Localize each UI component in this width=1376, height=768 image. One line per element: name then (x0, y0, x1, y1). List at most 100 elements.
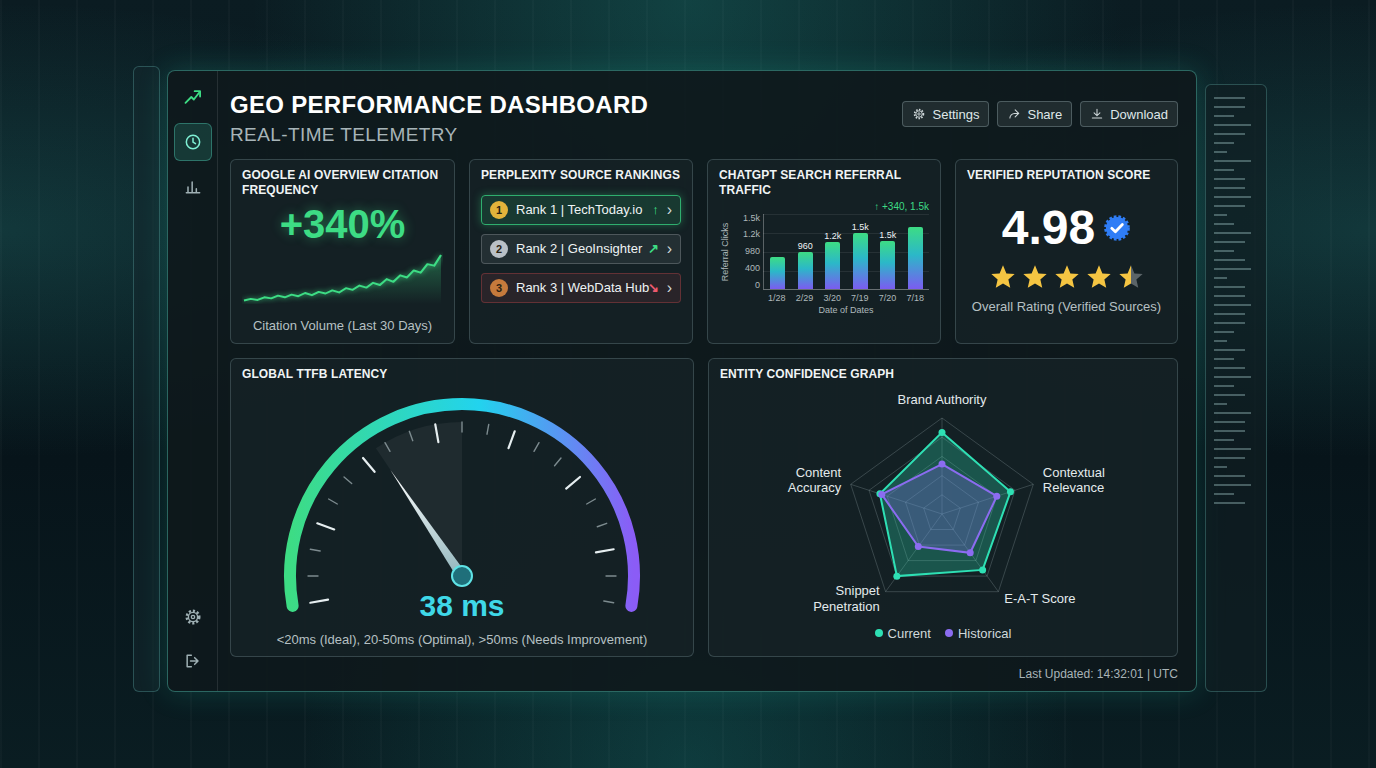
radar-axis-label: Brand Authority (898, 392, 987, 408)
reputation-card: VERIFIED REPUTATION SCORE4.98Overall Rat… (955, 159, 1178, 344)
analytics-icon (183, 177, 203, 197)
code-line (1214, 214, 1227, 216)
code-line (1214, 151, 1227, 153)
dashboard-subtitle: REAL-TIME TELEMETRY (230, 124, 648, 147)
radar-point[interactable] (979, 566, 986, 573)
bar[interactable] (798, 252, 813, 289)
gauge-tick (317, 523, 334, 529)
traffic-card: CHATGPT SEARCH REFERRAL TRAFFIC↑ +340, 1… (707, 159, 941, 344)
bar[interactable] (908, 227, 923, 289)
card-title: GOOGLE AI OVERVIEW CITATION FREQUENCY (242, 168, 443, 198)
legend-item: Historical (945, 626, 1011, 641)
radar-point[interactable] (1007, 488, 1014, 495)
rank-row[interactable]: 1Rank 1 | TechToday.io↑› (481, 195, 681, 225)
card-title: PERPLEXITY SOURCE RANKINGS (481, 168, 681, 183)
trend-icon: ↗ (648, 241, 659, 256)
code-line (1214, 178, 1245, 180)
star-icon (1085, 263, 1113, 291)
code-line (1214, 412, 1251, 414)
radar-point[interactable] (967, 549, 974, 556)
status-bar: Last Updated: 14:32:01 | UTC (230, 667, 1178, 681)
star-rating (989, 263, 1145, 291)
download-button[interactable]: Download (1080, 101, 1178, 127)
gauge-hub (452, 566, 472, 586)
logo-icon (183, 87, 203, 107)
sidebar-item[interactable] (175, 643, 211, 679)
gauge-tick (435, 424, 438, 442)
radar-point[interactable] (939, 460, 946, 467)
gauge-tick (363, 458, 375, 472)
code-line (1214, 313, 1245, 315)
radar-point[interactable] (993, 492, 1000, 499)
star-icon (1053, 263, 1081, 291)
code-line (1214, 115, 1234, 117)
code-line (1214, 385, 1234, 387)
star-icon (1021, 263, 1049, 291)
bar-chart: Referral Clicks1.5k1.2k98040009601.2k1.5… (719, 214, 929, 315)
code-line (1214, 259, 1245, 261)
gear-icon (912, 107, 926, 121)
gauge-tick (604, 601, 614, 603)
gauge-arc (290, 404, 634, 606)
code-line (1214, 142, 1234, 144)
radar-axis-label: Content Accuracy (757, 465, 841, 496)
code-line (1214, 502, 1245, 504)
bar[interactable] (825, 242, 840, 289)
bar-value-label: 1.5k (879, 229, 896, 241)
rank-row[interactable]: 2Rank 2 | GeoInsighter↗› (481, 234, 681, 264)
settings-button[interactable]: Settings (902, 101, 989, 127)
radar-legend: Current Historical (720, 626, 1166, 641)
x-axis-title: Date of Dates (763, 305, 929, 315)
trend-icon: ↘ (648, 280, 659, 295)
legend-item: Current (875, 626, 931, 641)
code-line (1214, 421, 1245, 423)
bar[interactable] (880, 241, 895, 289)
gauge-needle (390, 469, 466, 578)
verified-badge-icon (1103, 214, 1131, 242)
gauge-tick (344, 477, 352, 483)
latency-card: GLOBAL TTFB LATENCY38 ms<20ms (Ideal), 2… (230, 358, 694, 658)
sidebar-item[interactable] (175, 169, 211, 205)
reputation-caption: Overall Rating (Verified Sources) (972, 299, 1161, 316)
code-line (1214, 493, 1234, 495)
radar-point[interactable] (915, 543, 922, 550)
radar-axis-label: Snippet Penetration (796, 584, 880, 615)
gauge-tick (534, 442, 539, 451)
rank-row[interactable]: 3Rank 3 | WebData Hub↘› (481, 273, 681, 303)
legend-dot-icon (945, 629, 953, 637)
radar-point[interactable] (939, 428, 946, 435)
x-tick: 7/18 (901, 293, 929, 303)
code-line (1214, 340, 1227, 342)
side-rail (133, 66, 160, 692)
share-button[interactable]: Share (997, 101, 1072, 127)
medal-icon: 3 (490, 279, 508, 297)
bar[interactable] (853, 233, 868, 289)
dashboard-window: GEO PERFORMANCE DASHBOARDREAL-TIME TELEM… (167, 70, 1197, 692)
code-line (1214, 169, 1234, 171)
star-icon (989, 263, 1017, 291)
logo[interactable] (175, 79, 211, 115)
code-line (1214, 133, 1245, 135)
code-line (1214, 232, 1251, 234)
download-icon (1090, 107, 1104, 121)
entity-card: ENTITY CONFIDENCE GRAPH Brand Authority Co… (708, 358, 1178, 658)
gauge-tick (509, 431, 515, 448)
star-icon (1117, 263, 1145, 291)
share-icon (1007, 107, 1021, 121)
radar-point[interactable] (878, 491, 885, 498)
latency-legend: <20ms (Ideal), 20-50ms (Optimal), >50ms … (242, 632, 682, 649)
bar[interactable] (770, 257, 785, 289)
code-line (1214, 358, 1234, 360)
x-tick: 7/19 (846, 293, 874, 303)
x-tick: 7/20 (874, 293, 902, 303)
citation-sparkline (242, 248, 443, 304)
radar-point[interactable] (893, 572, 900, 579)
sidebar-item[interactable] (175, 599, 211, 635)
legend-dot-icon (875, 629, 883, 637)
code-line (1214, 349, 1245, 351)
chart-annotation: ↑ +340, 1.5k (719, 201, 929, 212)
sidebar-item[interactable] (174, 123, 212, 161)
x-tick: 1/28 (763, 293, 791, 303)
card-title: ENTITY CONFIDENCE GRAPH (720, 367, 1166, 382)
code-line (1214, 376, 1251, 378)
